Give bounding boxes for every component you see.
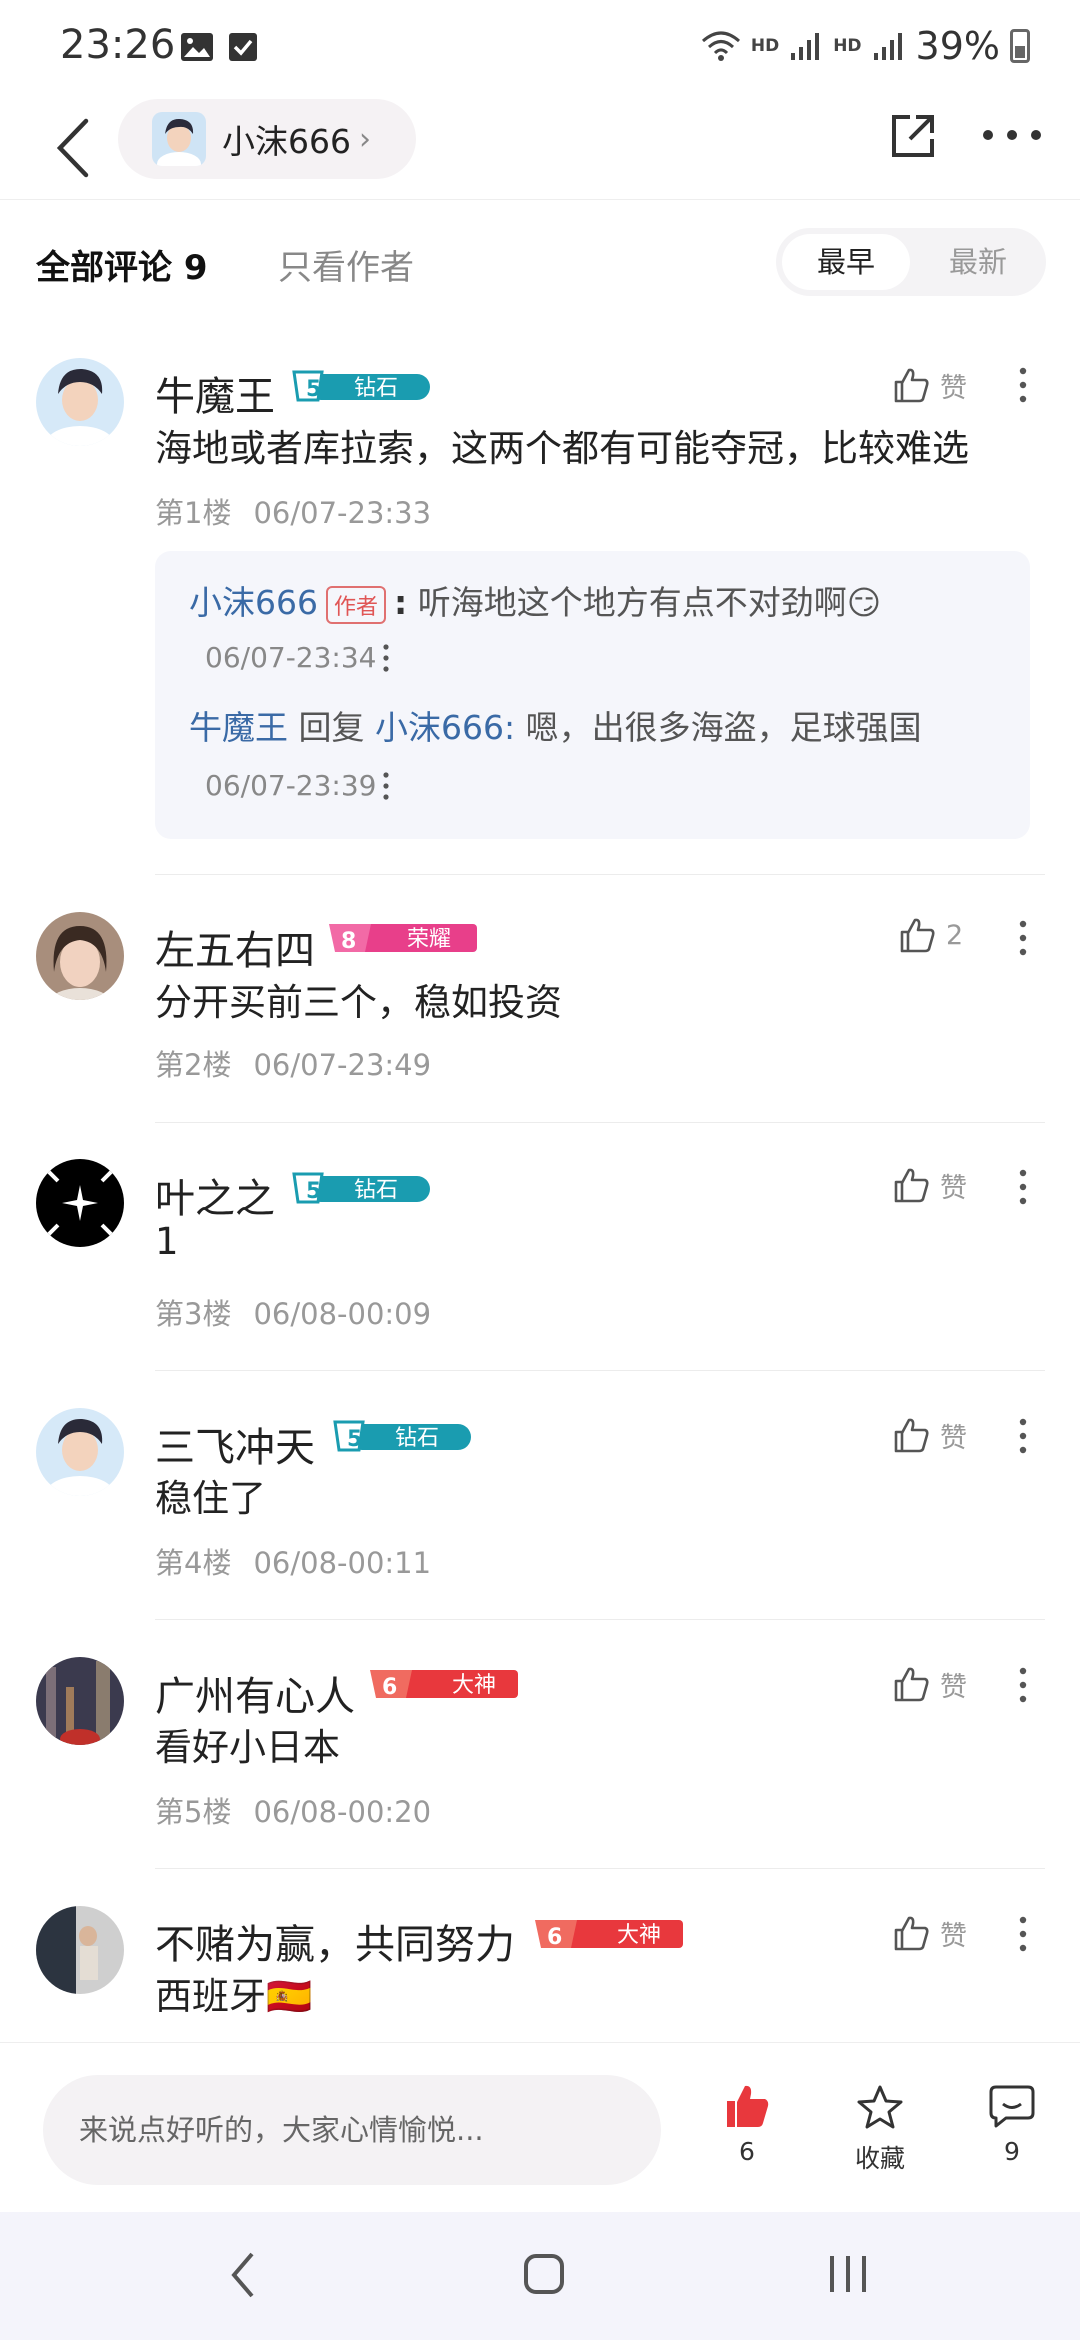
commenter-name[interactable]: 不赌为赢，共同努力 [155,1912,515,1970]
thumbs-up-filled-icon [727,2085,769,2127]
avatar[interactable] [36,1906,124,1994]
level-number: 6 [547,1925,562,1950]
comment-text: 西班牙🇪🇸 [155,1975,313,2018]
collect-button[interactable]: 收藏 [830,2083,930,2175]
level-badge-god: 6 大神 [535,1920,683,1950]
system-back-icon[interactable] [228,2250,258,2300]
bottom-action-bar: 来说点好听的，大家心情愉悦... 6 收藏 9 [0,2042,1080,2212]
like-button[interactable]: 赞 [892,1908,992,1958]
like-count: 赞 [940,1920,967,1952]
collect-label: 收藏 [854,2144,905,2173]
system-nav-bar [0,2212,1080,2340]
star-icon [857,2085,903,2129]
comment-item: 不赌为赢，共同努力 6 大神 西班牙🇪🇸 赞 [0,0,1080,2042]
thumbs-up-icon [894,1916,929,1951]
comments-button[interactable]: 9 [962,2083,1062,2166]
badge-label: 大神 [617,1923,661,1948]
system-home-icon[interactable] [522,2252,566,2296]
comment-bubble-icon [989,2085,1035,2128]
system-recents-icon[interactable] [826,2252,870,2296]
like-post-button[interactable]: 6 [697,2083,797,2166]
like-count: 6 [739,2137,755,2166]
comment-input[interactable]: 来说点好听的，大家心情愉悦... [43,2075,661,2185]
comment-more-icon[interactable] [1016,1914,1030,1954]
comment-count: 9 [1004,2137,1020,2166]
